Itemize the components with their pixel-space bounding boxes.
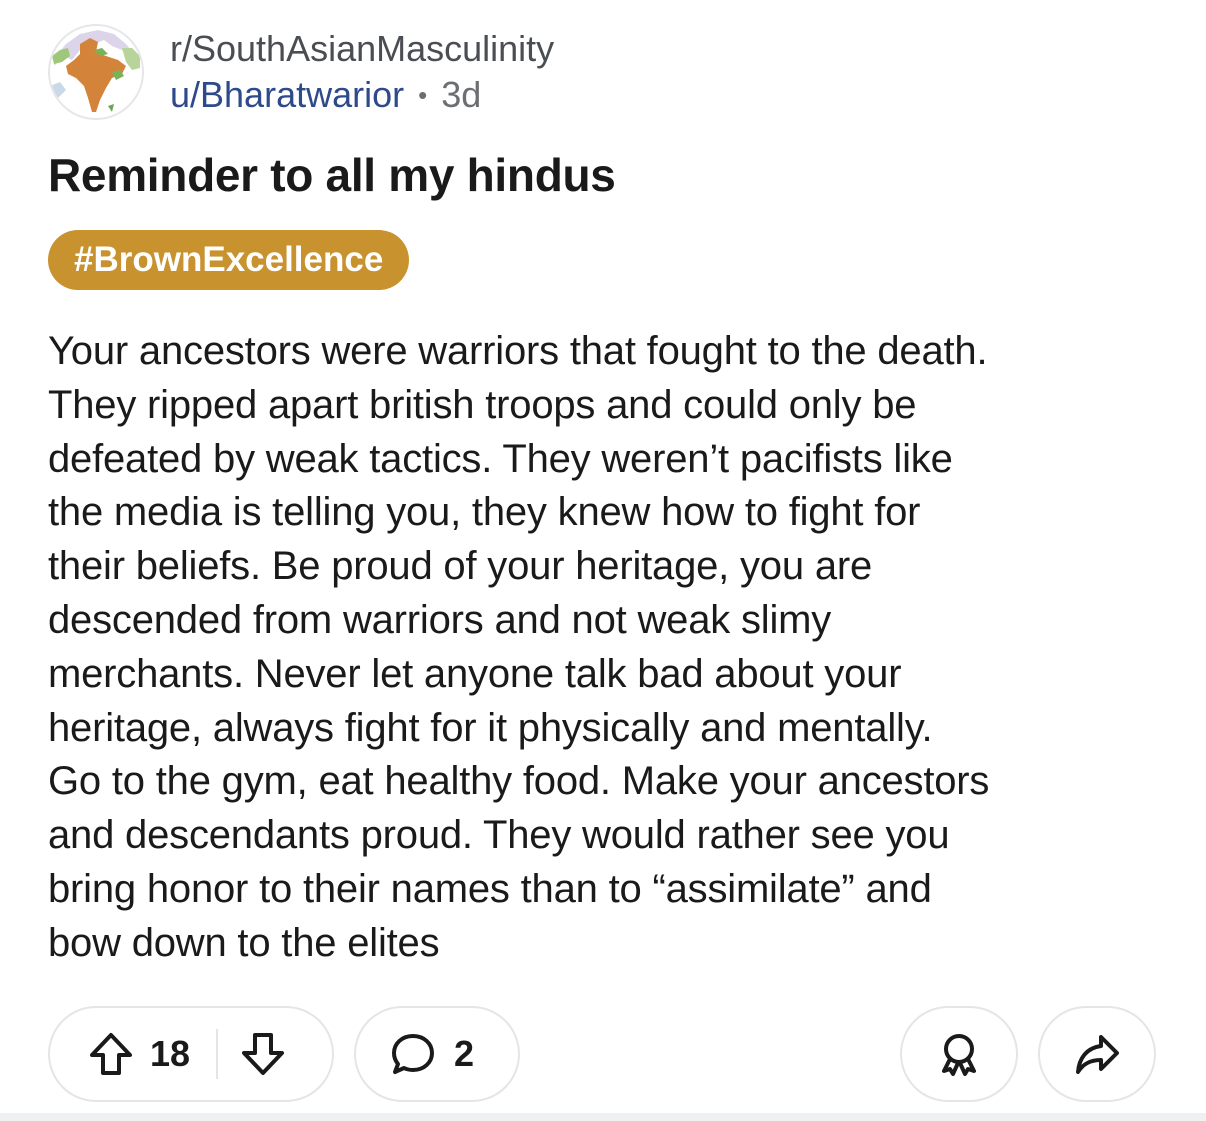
- post-age: 3d: [441, 74, 482, 115]
- india-map-icon: [50, 26, 142, 118]
- author-username[interactable]: u/Bharatwarior: [170, 72, 404, 118]
- bottom-divider: [0, 1113, 1206, 1121]
- post-body: Your ancestors were warriors that fought…: [48, 329, 990, 965]
- share-arrow-icon: [1072, 1029, 1122, 1079]
- post-flair[interactable]: #BrownExcellence: [48, 230, 410, 290]
- arrow-down-icon[interactable]: [238, 1029, 288, 1079]
- share-button[interactable]: [1038, 1006, 1156, 1102]
- comment-count: 2: [454, 1033, 475, 1074]
- post-title: Reminder to all my hindus: [48, 149, 616, 201]
- author-line: u/Bharatwarior • 3d: [170, 72, 554, 118]
- vote-count: 18: [150, 1033, 191, 1074]
- subreddit-avatar[interactable]: [48, 24, 144, 120]
- award-ribbon-icon: [934, 1029, 984, 1079]
- action-bar: 18 2: [48, 1006, 1158, 1102]
- speech-bubble-icon: [388, 1029, 438, 1079]
- meta-separator: •: [418, 80, 428, 110]
- subreddit-name[interactable]: r/SouthAsianMasculinity: [170, 26, 554, 72]
- reddit-post: r/SouthAsianMasculinity u/Bharatwarior •…: [0, 0, 1206, 1121]
- vote-group: 18: [48, 1006, 334, 1102]
- post-meta: r/SouthAsianMasculinity u/Bharatwarior •…: [170, 26, 554, 118]
- vote-divider: [216, 1029, 219, 1079]
- comments-button[interactable]: 2: [354, 1006, 520, 1102]
- award-button[interactable]: [900, 1006, 1018, 1102]
- post-header: r/SouthAsianMasculinity u/Bharatwarior •…: [48, 22, 554, 122]
- arrow-up-icon[interactable]: [86, 1029, 136, 1079]
